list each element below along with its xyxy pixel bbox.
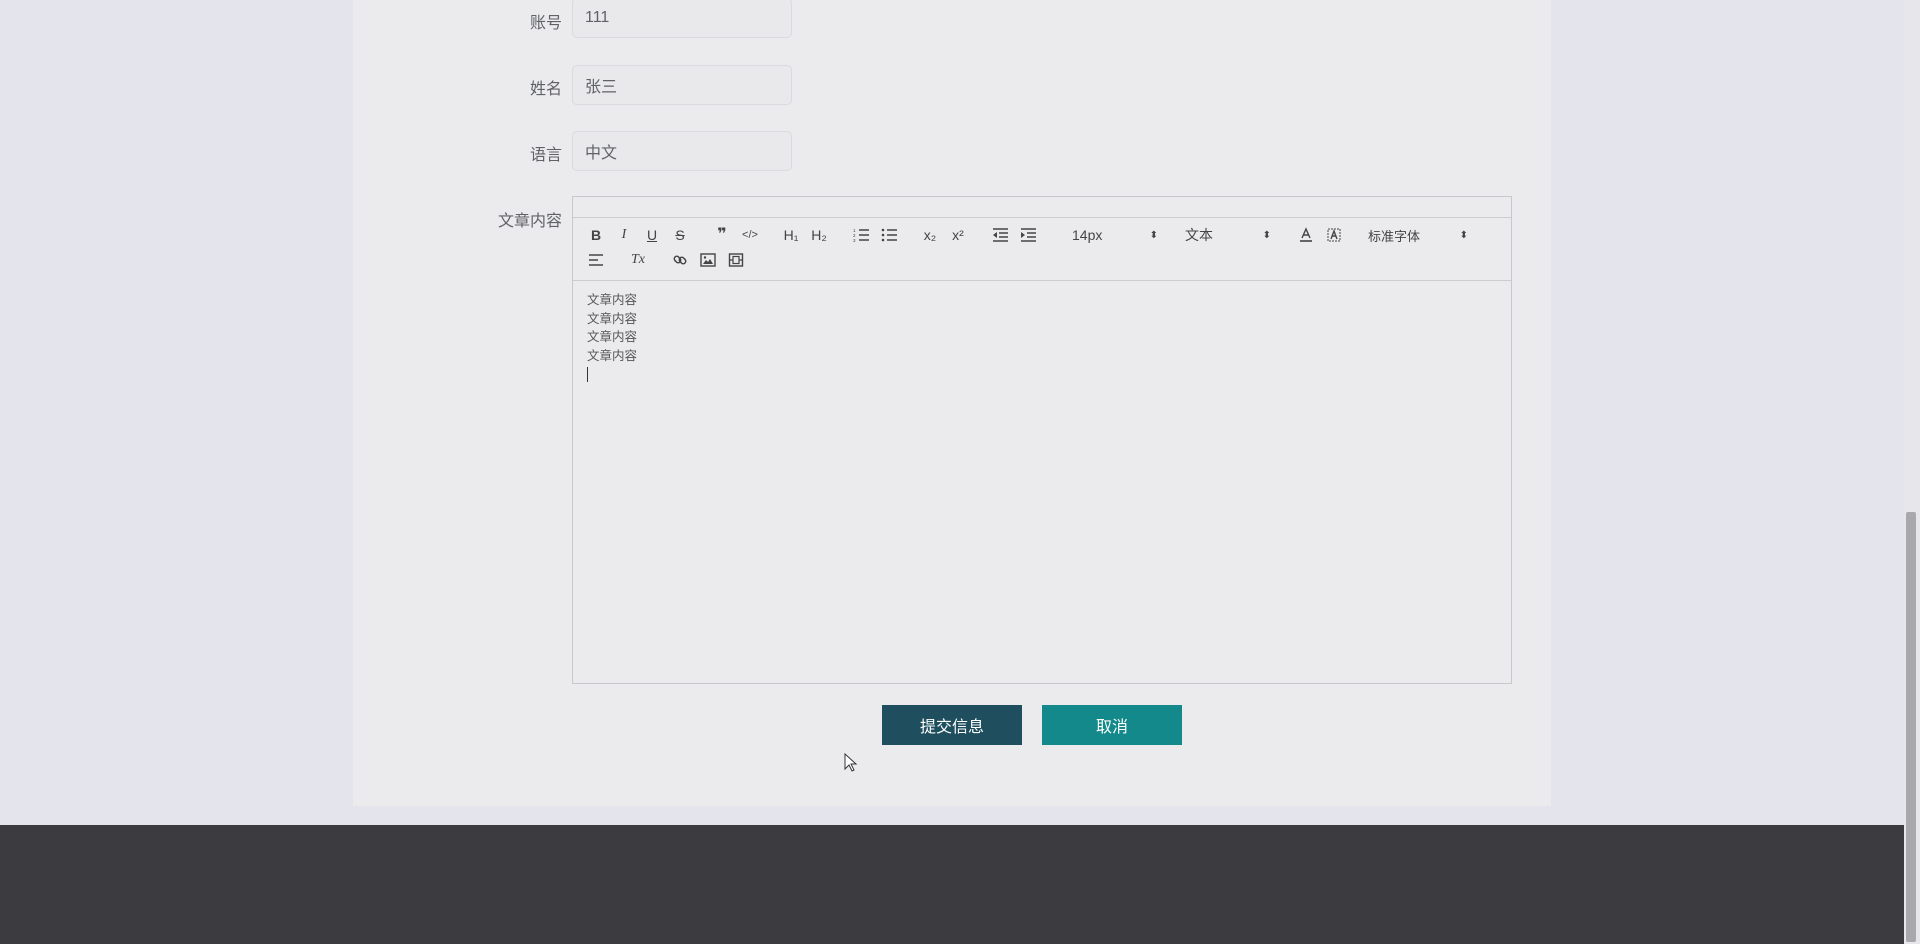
code-block-button[interactable]: </> (739, 224, 761, 246)
editor-content[interactable]: 文章内容 文章内容 文章内容 文章内容 (573, 281, 1511, 394)
size-picker-label: 14px (1072, 227, 1103, 243)
italic-button[interactable]: I (613, 224, 635, 246)
subscript-button[interactable]: x₂ (919, 224, 941, 246)
language-input[interactable] (572, 131, 792, 171)
editor-divider (573, 197, 1511, 218)
bullet-list-icon (881, 228, 897, 242)
h2-button[interactable]: H₂ (808, 224, 830, 246)
clean-format-button[interactable]: Tx (627, 249, 649, 271)
header-picker-label: 文本 (1185, 227, 1213, 243)
link-icon (673, 255, 687, 265)
submit-button[interactable]: 提交信息 (882, 705, 1022, 745)
link-button[interactable] (669, 249, 691, 271)
outdent-button[interactable] (989, 224, 1011, 246)
page-footer (0, 825, 1920, 944)
mouse-cursor-icon (844, 753, 858, 772)
background-color-icon (1327, 228, 1341, 242)
content-line: 文章内容 (587, 293, 638, 307)
ordered-list-button[interactable]: 123 (850, 224, 872, 246)
superscript-button[interactable]: x² (947, 224, 969, 246)
size-picker[interactable]: 14px ⬍ (1072, 224, 1158, 246)
video-icon (728, 253, 744, 267)
editor-toolbar: B I U S ❞ </> H₁ H₂ 123 x₂ x² 14px ⬍ 文本 … (573, 218, 1511, 281)
content-line: 文章内容 (587, 330, 638, 344)
strike-button[interactable]: S (669, 224, 691, 246)
header-picker[interactable]: 文本 ⬍ (1185, 224, 1271, 246)
font-picker-label: 标准字体 (1368, 228, 1421, 244)
font-color-button[interactable] (1295, 224, 1317, 246)
text-caret-line (587, 365, 1497, 384)
name-label: 姓名 (529, 81, 562, 98)
text-caret (587, 367, 588, 383)
content-line: 文章内容 (587, 348, 638, 363)
outdent-icon (993, 228, 1008, 242)
blockquote-button[interactable]: ❞ (711, 224, 733, 246)
content-label: 文章内容 (497, 213, 562, 230)
indent-icon (1021, 228, 1036, 242)
picker-arrow-icon: ⬍ (1459, 229, 1468, 241)
picker-arrow-icon: ⬍ (1149, 229, 1158, 241)
h1-button[interactable]: H₁ (780, 224, 802, 246)
bold-button[interactable]: B (585, 224, 607, 246)
font-color-icon (1300, 227, 1312, 242)
background-color-button[interactable] (1323, 224, 1345, 246)
video-button[interactable] (725, 249, 747, 271)
picker-arrow-icon: ⬍ (1262, 229, 1271, 241)
underline-button[interactable]: U (641, 224, 663, 246)
name-input[interactable] (572, 65, 792, 105)
image-button[interactable] (697, 249, 719, 271)
language-label: 语言 (529, 147, 562, 164)
rich-text-editor: B I U S ❞ </> H₁ H₂ 123 x₂ x² 14px ⬍ 文本 … (572, 196, 1512, 684)
account-label: 账号 (529, 15, 562, 32)
bullet-list-button[interactable] (878, 224, 900, 246)
scrollbar-thumb[interactable] (1906, 512, 1916, 942)
cancel-button[interactable]: 取消 (1042, 705, 1182, 745)
align-button[interactable] (585, 249, 607, 271)
font-picker[interactable]: 标准字体 ⬍ (1368, 224, 1468, 246)
ordered-list-icon: 123 (853, 228, 869, 242)
align-left-icon (589, 254, 603, 266)
account-input[interactable] (572, 0, 792, 38)
svg-text:3: 3 (853, 238, 856, 242)
content-line: 文章内容 (587, 311, 638, 326)
image-icon (700, 253, 716, 267)
indent-button[interactable] (1017, 224, 1039, 246)
